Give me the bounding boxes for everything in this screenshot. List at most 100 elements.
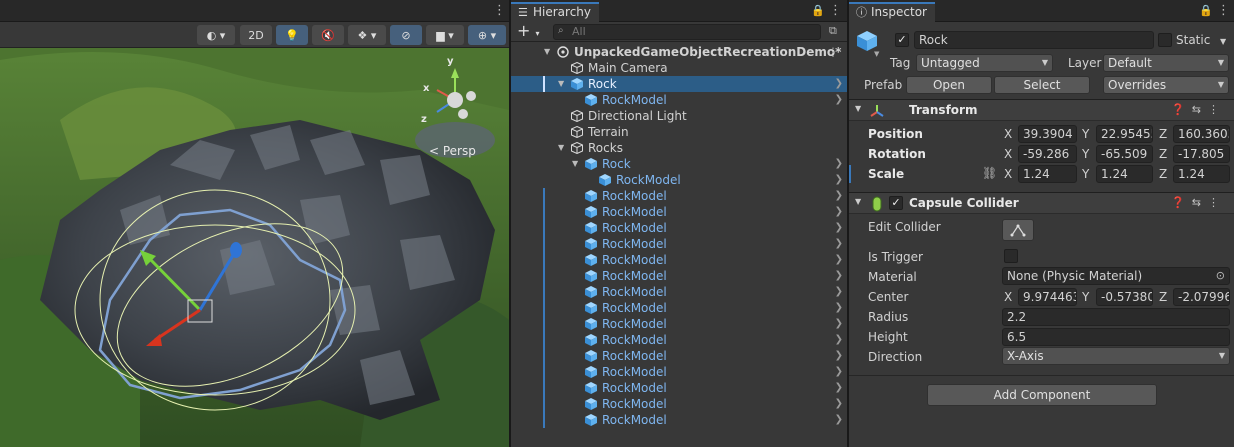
- effects-button[interactable]: ❖ ▾: [348, 25, 386, 45]
- more-icon[interactable]: ⋮: [493, 4, 506, 17]
- visibility-toggle[interactable]: ⊘: [390, 25, 422, 45]
- capsule-collider-header[interactable]: ▼ ✓ Capsule Collider ❓⇆⋮: [849, 192, 1234, 214]
- is-trigger-checkbox[interactable]: [1004, 249, 1018, 263]
- hierarchy-row[interactable]: RockModel ❯: [511, 204, 847, 220]
- lighting-toggle[interactable]: 💡: [276, 25, 308, 45]
- scale-x-field[interactable]: 1.24: [1018, 165, 1077, 183]
- center-z-field[interactable]: -2.07996: [1173, 288, 1230, 306]
- audio-toggle[interactable]: 🔇: [312, 25, 344, 45]
- hierarchy-row[interactable]: ▼ Rocks: [511, 140, 847, 156]
- rotation-z-field[interactable]: -17.805: [1173, 145, 1230, 163]
- hierarchy-row[interactable]: RockModel ❯: [511, 92, 847, 108]
- height-field[interactable]: 6.5: [1002, 328, 1230, 346]
- scale-z-field[interactable]: 1.24: [1173, 165, 1230, 183]
- chevron-right-icon[interactable]: ❯: [835, 364, 843, 380]
- hierarchy-row[interactable]: RockModel ❯: [511, 316, 847, 332]
- chevron-right-icon[interactable]: ❯: [835, 252, 843, 268]
- hierarchy-row[interactable]: RockModel ❯: [511, 396, 847, 412]
- hierarchy-row[interactable]: Terrain: [511, 124, 847, 140]
- scene-render[interactable]: [0, 0, 509, 447]
- hierarchy-row[interactable]: RockModel ❯: [511, 236, 847, 252]
- chevron-right-icon[interactable]: ❯: [835, 204, 843, 220]
- scene-view[interactable]: < Persp y x z ⋮ ◐ ▾ 2D 💡 🔇 ❖ ▾ ⊘ ▆ ▾ ⊕ ▾: [0, 0, 509, 447]
- chevron-right-icon[interactable]: ❯: [835, 412, 843, 428]
- hierarchy-row[interactable]: RockModel ❯: [511, 220, 847, 236]
- gizmos-button[interactable]: ⊕ ▾: [468, 25, 506, 45]
- foldout-arrow-icon[interactable]: ▼: [558, 140, 564, 156]
- center-y-field[interactable]: -0.57380: [1096, 288, 1153, 306]
- foldout-arrow-icon[interactable]: ▼: [544, 44, 550, 60]
- hierarchy-row[interactable]: ▼ Rock ❯: [511, 156, 847, 172]
- chevron-right-icon[interactable]: ❯: [835, 156, 843, 172]
- hierarchy-row[interactable]: ▼ Rock ❯: [511, 76, 847, 92]
- icon-dropdown-arrow[interactable]: ▼: [874, 50, 879, 58]
- hierarchy-row[interactable]: RockModel ❯: [511, 172, 847, 188]
- persp-label[interactable]: < Persp: [429, 144, 476, 158]
- edit-collider-button[interactable]: [1002, 219, 1034, 241]
- chevron-right-icon[interactable]: ❯: [835, 396, 843, 412]
- create-plus-icon[interactable]: + ▾: [517, 22, 540, 43]
- hierarchy-row[interactable]: RockModel ❯: [511, 252, 847, 268]
- hierarchy-row[interactable]: Main Camera: [511, 60, 847, 76]
- hierarchy-row[interactable]: RockModel ❯: [511, 348, 847, 364]
- chevron-right-icon[interactable]: ❯: [835, 316, 843, 332]
- chevron-right-icon[interactable]: ❯: [835, 300, 843, 316]
- tag-dropdown[interactable]: Untagged: [916, 54, 1053, 72]
- more-icon[interactable]: ⋮: [827, 44, 839, 60]
- chevron-right-icon[interactable]: ❯: [835, 268, 843, 284]
- hierarchy-search-input[interactable]: ⌕ All: [553, 24, 821, 40]
- tab-hierarchy[interactable]: ☰ Hierarchy: [511, 2, 600, 22]
- chevron-right-icon[interactable]: ❯: [835, 76, 843, 92]
- hierarchy-row[interactable]: RockModel ❯: [511, 188, 847, 204]
- chevron-right-icon[interactable]: ❯: [835, 92, 843, 108]
- chevron-right-icon[interactable]: ❯: [835, 172, 843, 188]
- material-field[interactable]: None (Physic Material) ⊙: [1002, 267, 1230, 285]
- hierarchy-row[interactable]: RockModel ❯: [511, 284, 847, 300]
- hierarchy-row[interactable]: RockModel ❯: [511, 268, 847, 284]
- foldout-arrow-icon[interactable]: ▼: [855, 197, 861, 206]
- component-menu-icons[interactable]: ❓⇆⋮: [1171, 196, 1226, 209]
- center-x-field[interactable]: 9.974463: [1018, 288, 1077, 306]
- scale-y-field[interactable]: 1.24: [1096, 165, 1153, 183]
- object-picker-icon[interactable]: ⊙: [1216, 268, 1225, 284]
- lock-icon[interactable]: 🔒: [811, 4, 825, 17]
- capsule-enabled-checkbox[interactable]: ✓: [889, 196, 903, 210]
- component-menu-icons[interactable]: ❓⇆⋮: [1171, 103, 1226, 116]
- position-z-field[interactable]: 160.3603: [1173, 125, 1230, 143]
- position-x-field[interactable]: 39.3904: [1018, 125, 1077, 143]
- chevron-right-icon[interactable]: ❯: [835, 332, 843, 348]
- foldout-arrow-icon[interactable]: ▼: [855, 104, 861, 113]
- direction-dropdown[interactable]: X-Axis: [1002, 347, 1230, 365]
- hierarchy-row[interactable]: RockModel ❯: [511, 332, 847, 348]
- static-checkbox[interactable]: [1158, 33, 1172, 47]
- hierarchy-row[interactable]: ▼ UnpackedGameObjectRecreationDemo* ⋮: [511, 44, 847, 60]
- hierarchy-row[interactable]: RockModel ❯: [511, 380, 847, 396]
- static-dropdown-arrow[interactable]: ▼: [1220, 37, 1226, 46]
- link-icon[interactable]: ⛓: [982, 166, 997, 180]
- prefab-open-button[interactable]: Open: [906, 76, 992, 94]
- chevron-right-icon[interactable]: ❯: [835, 348, 843, 364]
- more-icon[interactable]: ⋮: [1217, 4, 1230, 17]
- transform-header[interactable]: ▼ Transform ❓⇆⋮: [849, 99, 1234, 121]
- draw-mode-button[interactable]: ◐ ▾: [197, 25, 235, 45]
- rotation-x-field[interactable]: -59.286: [1018, 145, 1077, 163]
- foldout-arrow-icon[interactable]: ▼: [558, 76, 564, 92]
- chevron-right-icon[interactable]: ❯: [835, 236, 843, 252]
- tab-inspector[interactable]: ⓘ Inspector: [849, 2, 935, 22]
- hierarchy-row[interactable]: RockModel ❯: [511, 300, 847, 316]
- layer-dropdown[interactable]: Default: [1103, 54, 1229, 72]
- hierarchy-row[interactable]: RockModel ❯: [511, 364, 847, 380]
- lock-icon[interactable]: 🔒: [1199, 4, 1213, 17]
- hierarchy-row[interactable]: Directional Light: [511, 108, 847, 124]
- camera-button[interactable]: ▆ ▾: [426, 25, 464, 45]
- scene-search-icon[interactable]: ⧉: [829, 24, 837, 38]
- foldout-arrow-icon[interactable]: ▼: [572, 156, 578, 172]
- chevron-right-icon[interactable]: ❯: [835, 188, 843, 204]
- radius-field[interactable]: 2.2: [1002, 308, 1230, 326]
- prefab-overrides-dropdown[interactable]: Overrides: [1103, 76, 1229, 94]
- object-name-field[interactable]: Rock: [914, 31, 1154, 49]
- rotation-y-field[interactable]: -65.509: [1096, 145, 1153, 163]
- chevron-right-icon[interactable]: ❯: [835, 220, 843, 236]
- add-component-button[interactable]: Add Component: [927, 384, 1157, 406]
- chevron-right-icon[interactable]: ❯: [835, 284, 843, 300]
